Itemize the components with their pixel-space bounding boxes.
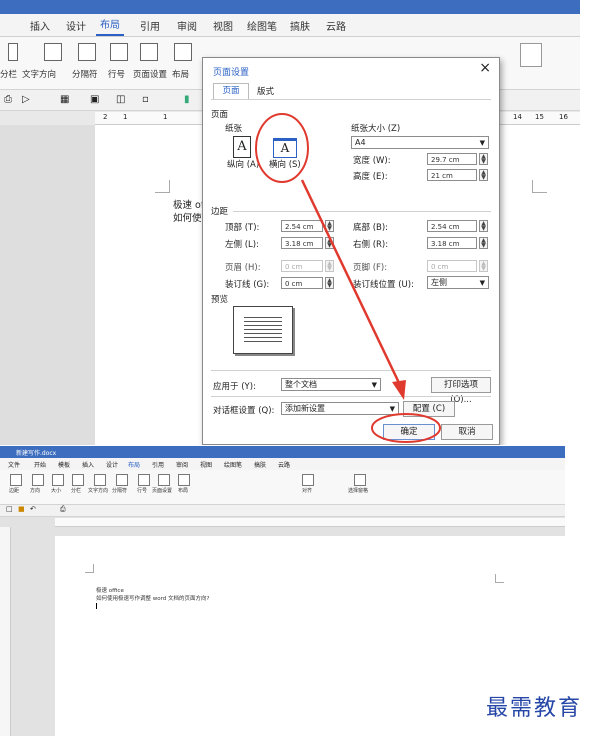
print-icon[interactable]: ⎙ [60,505,66,514]
text-cursor [96,603,97,609]
open-icon[interactable]: ■ [18,505,25,513]
title-bar: 新建写作.docx [0,446,565,458]
ribbon-label-selection-pane[interactable]: 选择窗格 [348,487,368,494]
margin-mark [495,574,504,583]
ribbon-label-align[interactable]: 对齐 [302,487,312,494]
ok-highlight-circle [371,413,441,443]
ribbon-label-margins[interactable]: 边距 [9,487,19,494]
ribbon-label-size[interactable]: 大小 [51,487,61,494]
landscape-highlight-circle [255,113,309,183]
text-direction-icon[interactable] [94,474,106,486]
breaks-icon[interactable] [116,474,128,486]
align-icon[interactable] [302,474,314,486]
ribbon-label-line-numbers[interactable]: 行号 [137,487,147,494]
bottom-screenshot: 新建写作.docx 文件 开始 模板 插入 设计 布局 引用 审阅 视图 绘图笔… [0,446,565,736]
menu-cloud[interactable]: 云路 [278,460,290,469]
margin-mark [85,564,94,573]
menu-references[interactable]: 引用 [152,460,164,469]
menu-view[interactable]: 视图 [200,460,212,469]
new-icon[interactable]: □ [6,505,13,513]
ribbon-label-page-setup[interactable]: 页面设置 [152,487,172,494]
menu-design[interactable]: 设计 [106,460,118,469]
undo-icon[interactable]: ↶ [30,505,36,513]
menu-file[interactable]: 文件 [8,460,20,469]
menu-insert[interactable]: 插入 [82,460,94,469]
ribbon-label-breaks[interactable]: 分隔符 [112,487,127,494]
ribbon: 边距 方向 大小 分栏 文字方向 分隔符 行号 页面设置 布局 对齐 选择窗格 [0,470,565,505]
orientation-icon[interactable] [32,474,44,486]
window-title: 新建写作.docx [16,450,57,457]
size-icon[interactable] [52,474,64,486]
horizontal-ruler[interactable] [55,518,565,527]
vertical-ruler[interactable] [0,527,11,736]
layout-icon[interactable] [178,474,190,486]
menu-bar: 文件 开始 模板 插入 设计 布局 引用 审阅 视图 绘图笔 搞肤 云路 [0,458,565,470]
selection-pane-icon[interactable] [354,474,366,486]
menu-template[interactable]: 模板 [58,460,70,469]
ribbon-label-layout[interactable]: 布局 [178,487,188,494]
quick-toolbar: □ ■ ↶ ⎙ [0,505,565,517]
top-screenshot: 插入 设计 布局 引用 审阅 视图 绘图笔 搞肤 云路 分栏 文字方向 分隔符 … [0,0,580,445]
ribbon-label-text-direction[interactable]: 文字方向 [88,487,108,494]
page-setup-icon[interactable] [158,474,170,486]
menu-pen[interactable]: 绘图笔 [224,460,242,469]
line-numbers-icon[interactable] [138,474,150,486]
menu-skin[interactable]: 搞肤 [254,460,266,469]
menu-review[interactable]: 审阅 [176,460,188,469]
annotation-arrow-head [392,380,406,400]
doc-line-1: 极速 office [96,588,124,594]
ribbon-label-columns[interactable]: 分栏 [71,487,81,494]
menu-layout[interactable]: 布局 [128,460,140,469]
columns-icon[interactable] [72,474,84,486]
menu-home[interactable]: 开始 [34,460,46,469]
doc-line-2: 如何使用极速写作调整 word 文档的页面方向? [96,596,210,602]
annotation-arrow-line [300,179,402,386]
watermark-brand: 最需教育 [485,696,582,721]
annotation-overlay [255,113,441,443]
ribbon-label-orientation[interactable]: 方向 [30,487,40,494]
margins-icon[interactable] [10,474,22,486]
